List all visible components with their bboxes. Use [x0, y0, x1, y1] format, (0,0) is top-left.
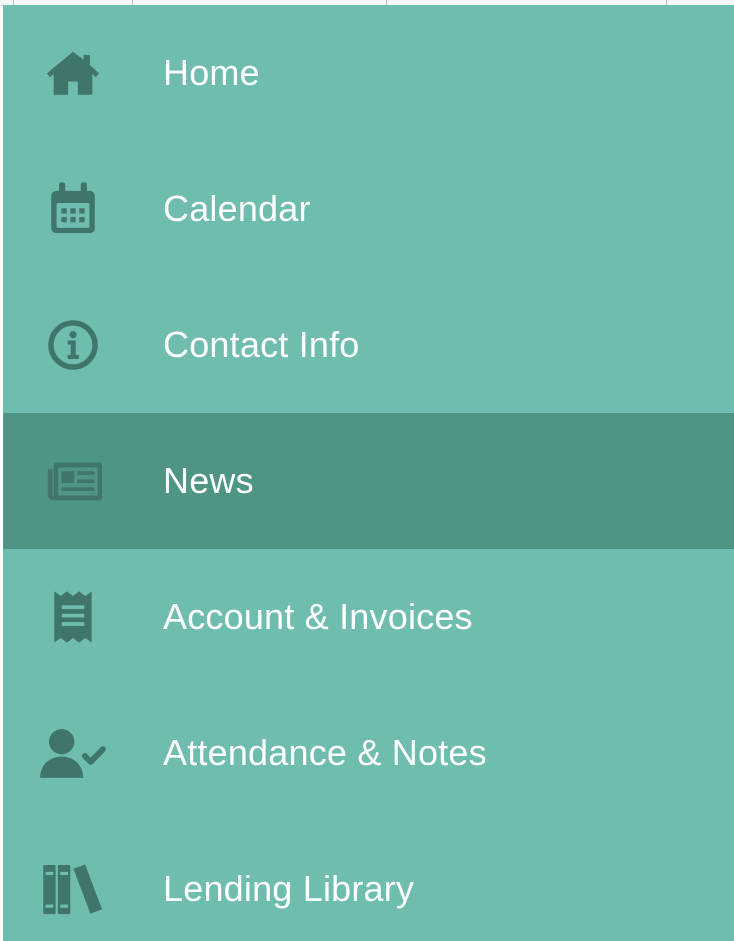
- screen: Home Calendar Contact Info News Account …: [0, 0, 734, 941]
- nav-item-label: Contact Info: [163, 324, 360, 365]
- nav-item-label: News: [163, 460, 254, 501]
- newspaper-icon: [38, 446, 108, 516]
- nav-item-calendar[interactable]: Calendar: [3, 141, 734, 277]
- navigation-drawer: Home Calendar Contact Info News Account …: [3, 5, 734, 941]
- nav-item-label: Account & Invoices: [163, 596, 473, 637]
- home-icon: [38, 38, 108, 108]
- nav-item-contact-info[interactable]: Contact Info: [3, 277, 734, 413]
- nav-item-label: Lending Library: [163, 868, 415, 909]
- info-icon: [38, 310, 108, 380]
- nav-item-label: Home: [163, 52, 260, 93]
- nav-item-home[interactable]: Home: [3, 5, 734, 141]
- nav-item-attendance-notes[interactable]: Attendance & Notes: [3, 685, 734, 821]
- nav-item-label: Calendar: [163, 188, 311, 229]
- calendar-icon: [38, 174, 108, 244]
- user-check-icon: [38, 718, 108, 788]
- nav-item-lending-library[interactable]: Lending Library: [3, 821, 734, 941]
- nav-item-news[interactable]: News: [3, 413, 734, 549]
- receipt-icon: [38, 582, 108, 652]
- nav-item-account-invoices[interactable]: Account & Invoices: [3, 549, 734, 685]
- library-books-icon: [38, 854, 108, 924]
- nav-item-label: Attendance & Notes: [163, 732, 487, 773]
